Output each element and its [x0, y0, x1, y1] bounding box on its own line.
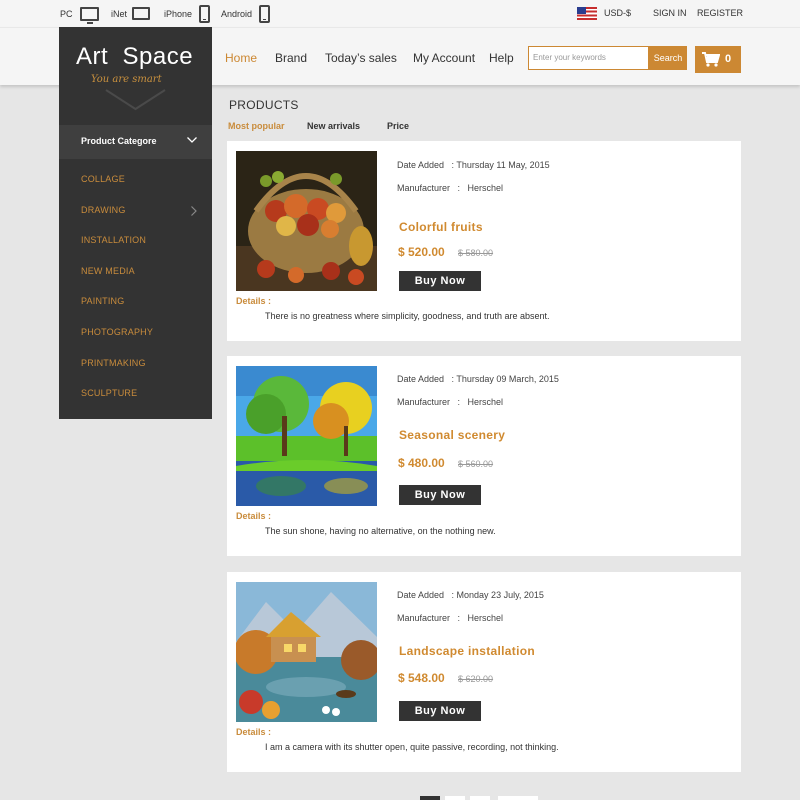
device-label: iPhone	[164, 8, 193, 19]
chevron-right-icon	[191, 206, 197, 216]
logo-subtitle: You are smart	[91, 74, 162, 85]
product-card: Date Added : Thursday 09 March, 2015 Man…	[227, 356, 741, 556]
product-old-price: $ 620.00	[458, 674, 494, 684]
category-header[interactable]: Product Categore	[59, 125, 212, 159]
sidebar-item-printmaking[interactable]: PRINTMAKING	[81, 358, 201, 368]
product-old-price: $ 560.00	[458, 459, 494, 469]
pagination-page-2[interactable]	[445, 796, 465, 800]
chevron-down-icon	[187, 137, 197, 143]
date-added: Date Added : Monday 23 July, 2015	[397, 590, 544, 600]
sidebar-item-photography[interactable]: PHOTOGRAPHY	[81, 327, 201, 337]
product-image-landscape[interactable]	[236, 582, 377, 722]
cart-count: 0	[725, 53, 732, 65]
logo-title: Art Space	[76, 43, 194, 70]
search-button[interactable]: Search	[649, 46, 687, 70]
device-pc-link[interactable]: PC	[60, 0, 99, 27]
us-flag-icon	[577, 7, 597, 20]
buy-now-button[interactable]: Buy Now	[399, 485, 481, 505]
product-name[interactable]: Colorful fruits	[399, 220, 483, 234]
nav-home[interactable]: Home	[225, 27, 257, 85]
cart-icon	[702, 52, 720, 67]
product-image-scenery[interactable]	[236, 366, 377, 506]
date-added: Date Added : Thursday 09 March, 2015	[397, 374, 559, 384]
product-details: There is no greatness where simplicity, …	[265, 311, 550, 321]
sidebar-item-new-media[interactable]: NEW MEDIA	[81, 266, 201, 276]
top-bar: PC iNet iPhone Android USD-$ SIGN IN REG…	[0, 0, 800, 27]
sidebar-item-sculpture[interactable]: SCULPTURE	[81, 388, 201, 398]
sort-most-popular[interactable]: Most popular	[228, 121, 285, 131]
register-link[interactable]: REGISTER	[697, 0, 743, 27]
buy-now-button[interactable]: Buy Now	[399, 271, 481, 291]
category-heading: Product Categore	[81, 136, 157, 146]
product-card: Date Added : Thursday 11 May, 2015 Manuf…	[227, 141, 741, 341]
product-old-price: $ 580.00	[458, 248, 494, 258]
sidebar-item-painting[interactable]: PAINTING	[81, 296, 201, 306]
device-inet-link[interactable]: iNet	[111, 0, 151, 27]
nav-brand[interactable]: Brand	[275, 27, 307, 85]
product-details: The sun shone, having no alternative, on…	[265, 526, 496, 536]
product-price: $ 548.00	[398, 671, 445, 685]
chevron-down-icon	[105, 89, 166, 111]
category-sidebar: Product Categore COLLAGE DRAWING INSTALL…	[59, 125, 212, 419]
date-added: Date Added : Thursday 11 May, 2015	[397, 160, 550, 170]
sign-in-link[interactable]: SIGN IN	[653, 0, 687, 27]
currency-selector[interactable]: USD-$	[604, 0, 631, 27]
manufacturer: Manufacturer : Herschel	[397, 613, 504, 623]
products-title: PRODUCTS	[229, 98, 299, 112]
device-label: Android	[221, 8, 253, 19]
details-label: Details :	[236, 296, 272, 306]
details-label: Details :	[236, 511, 272, 521]
device-label: PC	[60, 8, 73, 19]
sidebar-item-drawing[interactable]: DRAWING	[81, 205, 201, 215]
manufacturer: Manufacturer : Herschel	[397, 397, 504, 407]
product-name[interactable]: Seasonal scenery	[399, 428, 505, 442]
product-name[interactable]: Landscape installation	[399, 644, 535, 658]
nav-todays-sales[interactable]: Today’s sales	[325, 27, 397, 85]
nav-help[interactable]: Help	[489, 27, 514, 85]
product-details: I am a camera with its shutter open, qui…	[265, 742, 559, 752]
sidebar-item-collage[interactable]: COLLAGE	[81, 174, 201, 184]
nav-my-account[interactable]: My Account	[413, 27, 475, 85]
device-android-link[interactable]: Android	[221, 0, 271, 27]
sort-new-arrivals[interactable]: New arrivals	[307, 121, 360, 131]
monitor-icon	[79, 6, 99, 24]
device-label: iNet	[111, 8, 128, 19]
product-card: Date Added : Monday 23 July, 2015 Manufa…	[227, 572, 741, 772]
pagination-page-3[interactable]	[470, 796, 490, 800]
logo[interactable]: Art Space You are smart	[59, 27, 212, 125]
tablet-icon	[132, 7, 151, 20]
buy-now-button[interactable]: Buy Now	[399, 701, 481, 721]
phone-icon	[259, 4, 271, 23]
cart-button[interactable]: 0	[695, 46, 741, 73]
product-price: $ 520.00	[398, 245, 445, 259]
phone-icon	[199, 4, 211, 23]
product-image-fruits[interactable]	[236, 151, 377, 291]
search-input[interactable]: Enter your keywords	[528, 46, 649, 70]
sort-price[interactable]: Price	[387, 121, 409, 131]
sidebar-item-installation[interactable]: INSTALLATION	[81, 235, 201, 245]
details-label: Details :	[236, 727, 272, 737]
pagination-next[interactable]	[498, 796, 538, 800]
manufacturer: Manufacturer : Herschel	[397, 183, 504, 193]
device-iphone-link[interactable]: iPhone	[164, 0, 211, 27]
pagination-page-1[interactable]	[420, 796, 440, 800]
product-price: $ 480.00	[398, 456, 445, 470]
